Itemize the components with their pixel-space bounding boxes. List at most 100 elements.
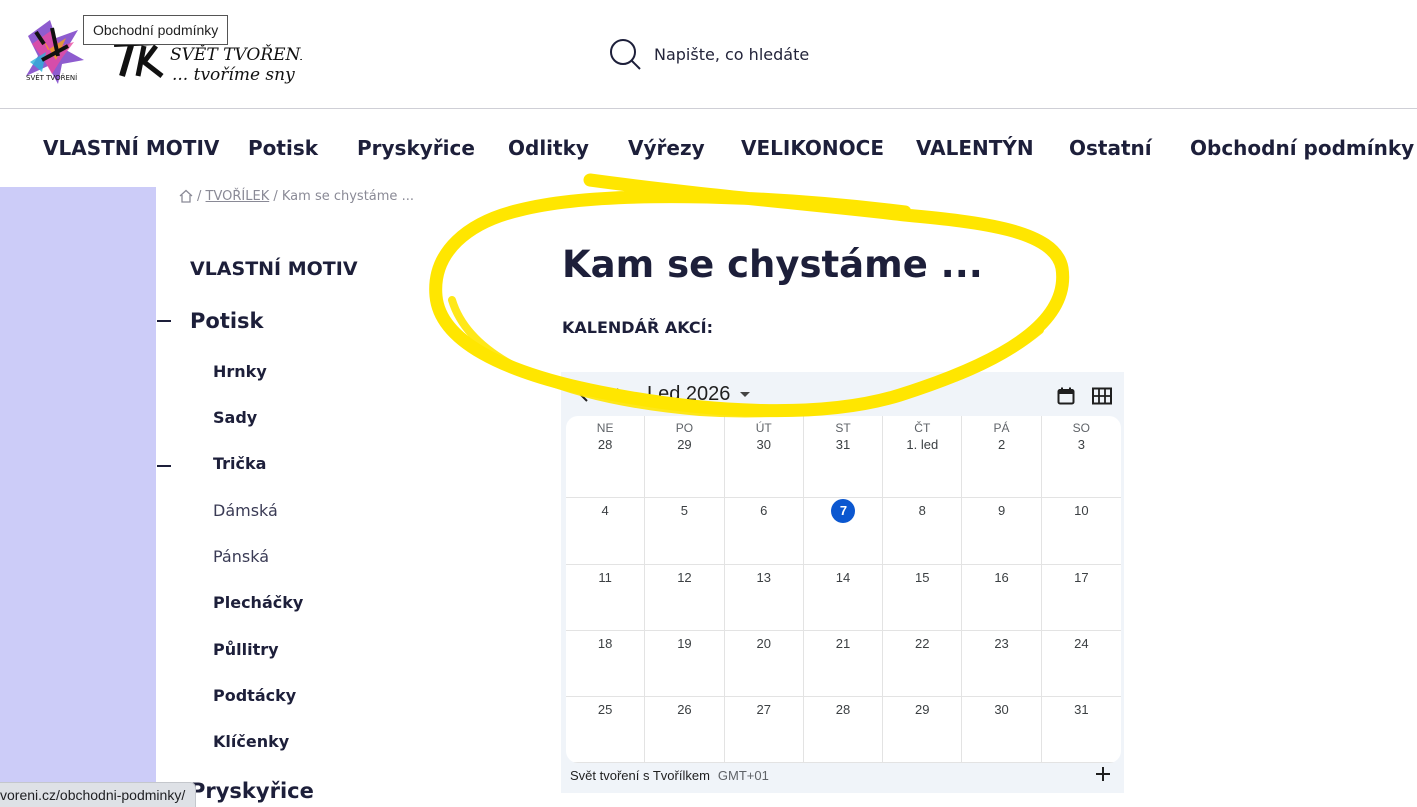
weekday-label: ST [835,421,851,435]
site-header: SVĚT TVOŘENÍ SVĚT TVOŘENÍ ... tvoříme sn… [0,0,1417,109]
calendar-day-cell[interactable]: 24 [1041,631,1121,697]
nav-odlitky[interactable]: Odlitky [508,136,589,160]
day-number: 12 [677,570,692,585]
collapse-dash-icon[interactable] [157,320,171,322]
sidebar-item-vlastni-motiv[interactable]: VLASTNÍ MOTIV [190,258,358,280]
day-number: 3 [1077,437,1085,452]
search-placeholder[interactable]: Napište, co hledáte [654,45,809,64]
left-decoration-band [0,187,156,807]
nav-pryskyrice[interactable]: Pryskyřice [357,136,475,160]
day-number: 13 [756,570,771,585]
day-number: 24 [1074,636,1089,651]
calendar-day-cell[interactable]: 30 [962,697,1042,763]
sidebar-item-plechacky[interactable]: Plecháčky [213,593,303,612]
calendar-day-cell[interactable]: 13 [724,565,804,631]
chevron-right-icon[interactable] [613,387,627,403]
logo-text: SVĚT TVOŘENÍ [170,44,302,65]
day-number: 21 [835,636,851,651]
calendar-day-cell[interactable]: 11 [566,565,646,631]
calendar-day-cell[interactable]: 29 [883,697,963,763]
chevron-left-icon[interactable] [577,387,591,403]
calendar-day-cell[interactable]: 26 [645,697,725,763]
calendar-day-cell[interactable]: 22 [883,631,963,697]
sidebar-item-panska[interactable]: Pánská [213,547,269,566]
calendar-day-cell[interactable]: PO 29 [645,416,725,498]
calendar-day-cell[interactable]: ST 31 [803,416,884,498]
day-number: 29 [915,702,930,717]
calendar-day-cell[interactable]: 12 [645,565,725,631]
calendar-day-cell[interactable]: SO 3 [1041,416,1121,498]
sidebar-item-podtacky[interactable]: Podtácky [213,686,296,705]
calendar-day-cell[interactable]: 16 [962,565,1042,631]
logo-small-text: SVĚT TVOŘENÍ [26,73,77,82]
breadcrumb-current: Kam se chystáme ... [281,188,414,204]
day-number: 31 [835,437,851,452]
add-plus-icon[interactable] [1095,766,1111,782]
calendar-day-cell[interactable]: 8 [883,498,963,565]
nav-valentyn[interactable]: VALENTÝN [916,136,1034,160]
nav-ostatni[interactable]: Ostatní [1069,136,1152,160]
calendar-day-cell[interactable]: 27 [724,697,804,763]
day-number: 14 [835,570,851,585]
calendar-day-cell[interactable]: 18 [566,631,646,697]
calendar-day-cell[interactable]: 9 [962,498,1042,565]
weekday-label: NE [596,421,614,435]
breadcrumb-link-tvorilek[interactable]: TVOŘÍLEK [206,189,270,204]
calendar-day-cell[interactable]: 17 [1041,565,1121,631]
day-number: 9 [997,503,1006,518]
day-number: 26 [677,702,692,717]
calendar-day-cell[interactable]: 4 [566,498,646,565]
weekday-label: ČT [914,421,931,435]
home-icon[interactable] [178,188,194,204]
day-number: 18 [597,636,613,651]
sidebar-item-sady[interactable]: Sady [213,408,257,427]
sidebar-item-damska[interactable]: Dámská [213,501,278,520]
calendar-day-cell[interactable]: 10 [1041,498,1121,565]
nav-vlastni-motiv[interactable]: VLASTNÍ MOTIV [43,136,219,160]
calendar-icon[interactable] [1057,387,1075,405]
calendar-day-cell[interactable]: 5 [645,498,725,565]
sidebar-item-klicenky[interactable]: Klíčenky [213,732,289,751]
weekday-label: ÚT [755,421,772,435]
day-number: 5 [680,503,689,518]
calendar-day-cell[interactable]: ČT 1. led [883,416,963,498]
day-number: 17 [1074,570,1089,585]
calendar-day-cell[interactable]: 28 [803,697,884,763]
sidebar-item-potisk[interactable]: Potisk [190,309,264,333]
browser-status-bar-url: voreni.cz/obchodni-podminky/ [0,782,197,807]
calendar-day-cell[interactable]: NE 28 [566,416,646,498]
caret-down-icon[interactable] [739,391,751,399]
calendar-day-cell[interactable]: 15 [883,565,963,631]
tooltip: Obchodní podmínky [83,15,229,45]
calendar-day-cell[interactable]: 31 [1041,697,1121,763]
calendar-day-cell[interactable]: 19 [645,631,725,697]
month-grid-icon[interactable] [1092,387,1112,405]
nav-vyrezy[interactable]: Výřezy [628,136,705,160]
nav-potisk[interactable]: Potisk [248,136,318,160]
today-date-badge[interactable]: 7 [831,499,856,523]
sidebar-item-hrnky[interactable]: Hrnky [213,362,267,381]
calendar-day-cell[interactable]: 14 [803,565,884,631]
calendar-day-cell[interactable]: ÚT 30 [724,416,804,498]
day-number: 30 [994,702,1009,717]
embedded-calendar: Led 2026 NE 28 PO 29 ÚT 30 ST 31 ČT 1. led PÁ 2 SO 3 4… [561,372,1124,793]
nav-velikonoce[interactable]: VELIKONOCE [741,136,884,160]
nav-obchodni-podminky[interactable]: Obchodní podmínky [1190,136,1414,160]
calendar-day-cell[interactable]: 6 [724,498,804,565]
sidebar-item-pryskyrice[interactable]: Pryskyřice [190,779,314,803]
sidebar-item-tricka[interactable]: Trička [213,454,266,473]
search-bar[interactable]: Napište, co hledáte [608,37,809,71]
calendar-day-cell[interactable]: 25 [566,697,646,763]
breadcrumb-separator: / [273,188,278,204]
day-number: 16 [994,570,1009,585]
calendar-day-cell[interactable]: 23 [962,631,1042,697]
day-number: 28 [835,702,851,717]
calendar-day-cell[interactable]: 20 [724,631,804,697]
collapse-dash-icon[interactable] [157,465,171,467]
sidebar-item-pullitry[interactable]: Půllitry [213,640,279,659]
calendar-day-cell[interactable]: 21 [803,631,884,697]
calendar-day-cell[interactable]: 7 [803,498,884,565]
calendar-month-label[interactable]: Led 2026 [647,383,730,406]
main-nav: VLASTNÍ MOTIV Potisk Pryskyřice Odlitky … [0,109,1417,187]
calendar-day-cell[interactable]: PÁ 2 [962,416,1042,498]
